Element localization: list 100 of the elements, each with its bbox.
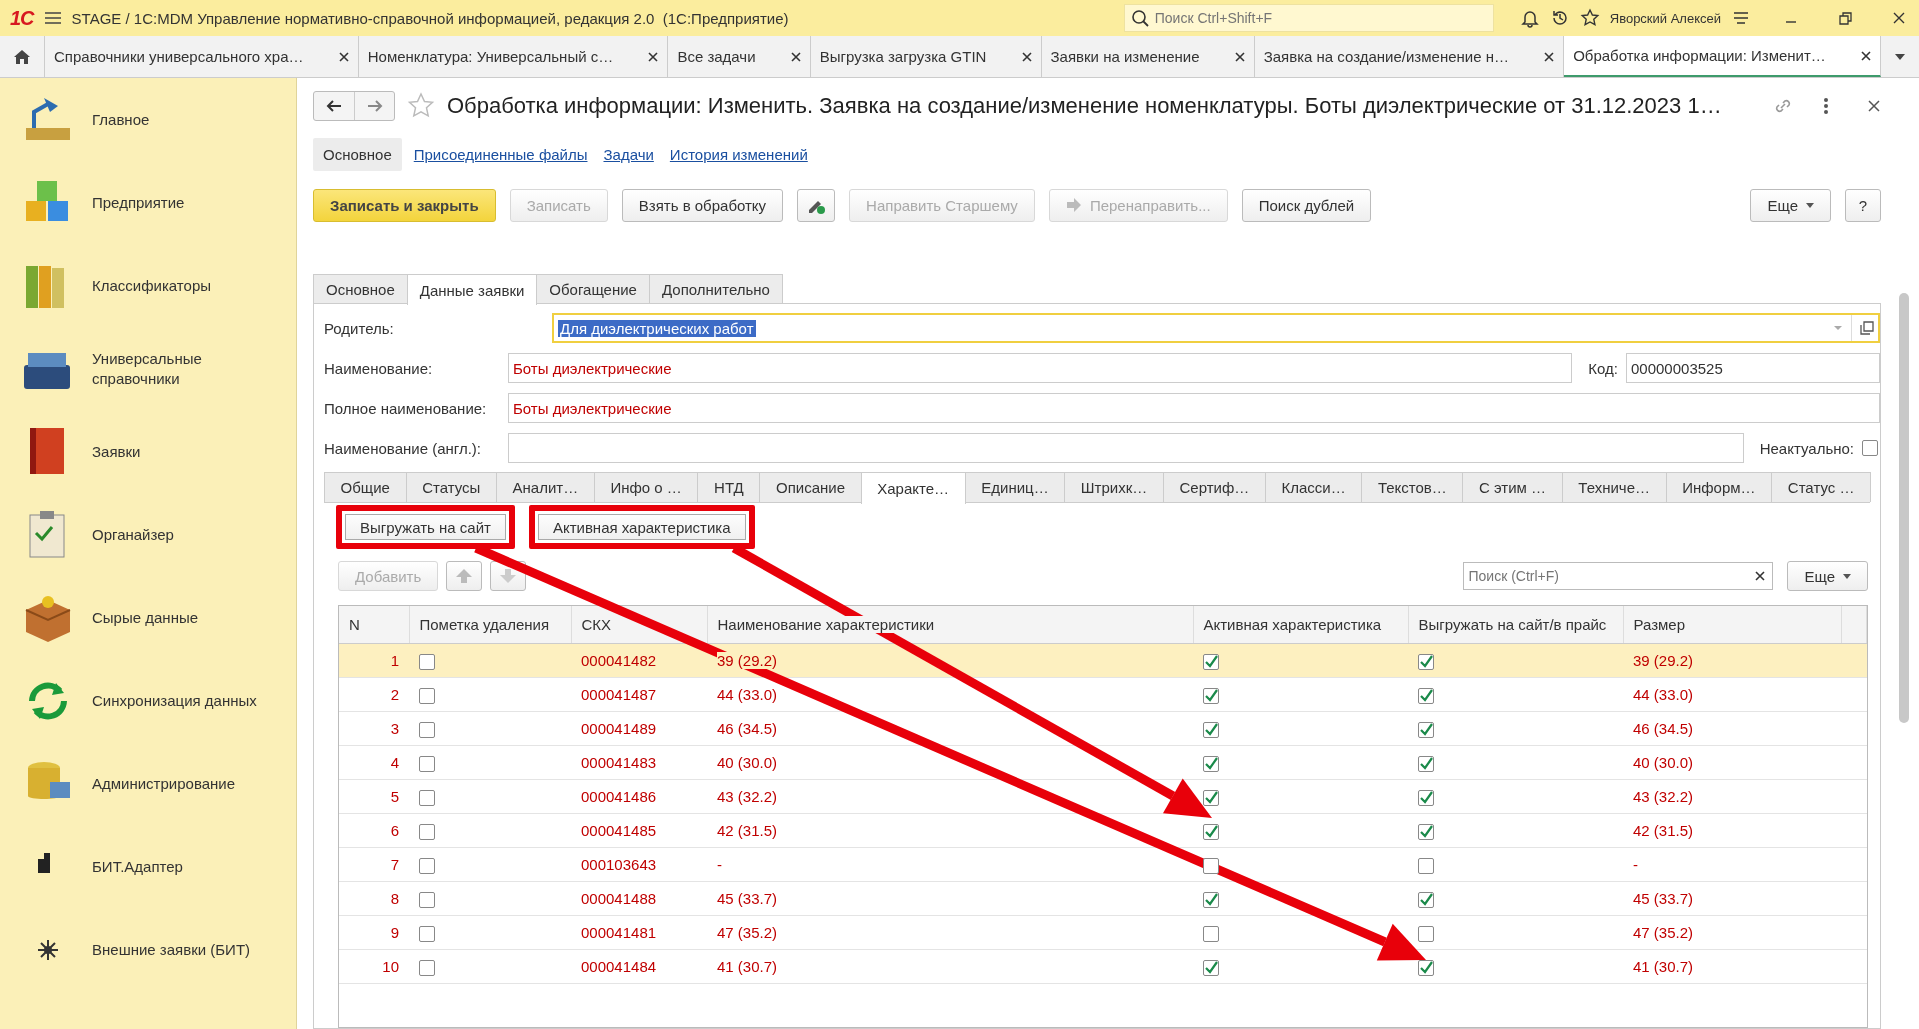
checkbox[interactable] bbox=[1203, 653, 1219, 670]
app-logo[interactable]: 1С bbox=[10, 6, 34, 30]
sidebar-item[interactable]: Универсальные справочники bbox=[92, 349, 282, 388]
checkbox[interactable] bbox=[1418, 721, 1434, 738]
sidebar-item[interactable]: Синхронизация данных bbox=[92, 690, 282, 711]
close-icon[interactable] bbox=[1234, 51, 1245, 62]
search-field[interactable]: Поиск (Ctrl+F) bbox=[1463, 562, 1774, 590]
section-tab[interactable]: Техниче… bbox=[1561, 472, 1667, 502]
close-icon[interactable] bbox=[790, 51, 801, 62]
command-button[interactable]: Активная характеристика bbox=[528, 505, 755, 549]
dropdown-icon[interactable] bbox=[1893, 52, 1906, 61]
star-icon[interactable] bbox=[407, 92, 435, 120]
more-button[interactable]: Еще bbox=[1787, 561, 1868, 591]
close-icon[interactable] bbox=[1860, 50, 1871, 61]
checkbox[interactable] bbox=[1418, 823, 1434, 840]
clear-icon[interactable] bbox=[1754, 570, 1767, 582]
checkbox[interactable] bbox=[1203, 891, 1219, 908]
section-tab[interactable]: Аналит… bbox=[495, 472, 595, 502]
help-button[interactable]: ? bbox=[1845, 188, 1881, 222]
section-tab[interactable]: С этим … bbox=[1462, 472, 1563, 502]
close-icon[interactable] bbox=[338, 51, 349, 62]
checkbox[interactable] bbox=[419, 721, 435, 738]
sidebar-item[interactable]: Сырые данные bbox=[92, 607, 282, 628]
checkbox[interactable] bbox=[1203, 925, 1219, 942]
section-tab[interactable]: Общие bbox=[324, 472, 407, 502]
command-button[interactable]: Выгружать на сайт bbox=[336, 505, 515, 549]
table-row[interactable]: 1 000041482 39 (29.2) 39 (29.2) bbox=[339, 643, 1867, 678]
more-button[interactable]: Еще bbox=[1750, 188, 1831, 222]
section-tab[interactable]: Информ… bbox=[1665, 472, 1773, 502]
window-tab[interactable]: Обработка информации: Изменит… bbox=[1564, 36, 1881, 77]
table-row[interactable]: 10 000041484 41 (30.7) 41 (30.7) bbox=[339, 949, 1867, 984]
column-header[interactable]: N bbox=[339, 606, 409, 644]
section-tab[interactable]: Статусы bbox=[405, 472, 497, 502]
user-name[interactable]: Яворский Алексей bbox=[1609, 10, 1721, 26]
section-tab[interactable]: Класси… bbox=[1264, 472, 1363, 502]
checkbox[interactable] bbox=[1203, 687, 1219, 704]
more-icon[interactable] bbox=[1823, 97, 1829, 115]
bell-icon[interactable] bbox=[1519, 8, 1540, 28]
checkbox[interactable] bbox=[1203, 823, 1219, 840]
section-tab[interactable]: Сертиф… bbox=[1162, 472, 1266, 502]
section-tab[interactable]: Инфо о … bbox=[593, 472, 699, 502]
checkbox[interactable] bbox=[1203, 721, 1219, 738]
checkbox[interactable] bbox=[1418, 755, 1434, 772]
form-tab[interactable]: Дополнительно bbox=[648, 274, 783, 303]
column-header[interactable]: Размер bbox=[1623, 606, 1841, 644]
table-row[interactable]: 9 000041481 47 (35.2) 47 (35.2) bbox=[339, 915, 1867, 950]
checkbox[interactable] bbox=[1418, 857, 1434, 874]
menu-icon[interactable] bbox=[43, 10, 62, 26]
checkbox[interactable] bbox=[419, 857, 435, 874]
section-tab[interactable]: Описание bbox=[759, 472, 862, 502]
select-field[interactable]: Для диэлектрических работ bbox=[552, 313, 1880, 343]
checkbox[interactable] bbox=[419, 891, 435, 908]
global-search-input[interactable]: Поиск Ctrl+Shift+F bbox=[1152, 9, 1487, 27]
section-tab[interactable]: Единиц… bbox=[964, 472, 1066, 502]
close-icon[interactable] bbox=[1021, 51, 1032, 62]
checkbox[interactable] bbox=[1418, 687, 1434, 704]
checkbox[interactable] bbox=[1418, 891, 1434, 908]
checkbox[interactable] bbox=[419, 823, 435, 840]
form-tab[interactable]: Данные заявки bbox=[406, 274, 538, 305]
table-row[interactable]: 3 000041489 46 (34.5) 46 (34.5) bbox=[339, 711, 1867, 746]
form-nav-link[interactable]: Задачи bbox=[599, 137, 658, 171]
checkbox[interactable] bbox=[1418, 925, 1434, 942]
checkbox[interactable] bbox=[419, 789, 435, 806]
sidebar-item[interactable]: Классификаторы bbox=[92, 275, 282, 296]
column-header[interactable]: Активная характеристика bbox=[1193, 606, 1408, 644]
checkbox[interactable] bbox=[1862, 440, 1878, 456]
section-tab[interactable]: НТД bbox=[697, 472, 761, 502]
sidebar-item[interactable]: Заявки bbox=[92, 441, 282, 462]
table-row[interactable]: 7 000103643 - - bbox=[339, 847, 1867, 882]
open-window-icon[interactable] bbox=[1860, 321, 1874, 335]
sidebar-item[interactable]: БИТ.Адаптер bbox=[92, 856, 282, 877]
checkbox[interactable] bbox=[1418, 959, 1434, 976]
section-tab[interactable]: Статус … bbox=[1771, 472, 1872, 502]
checkbox[interactable] bbox=[1203, 959, 1219, 976]
star-icon[interactable] bbox=[1579, 8, 1600, 28]
form-nav-link[interactable]: Основное bbox=[313, 137, 402, 171]
checkbox[interactable] bbox=[419, 925, 435, 942]
text-field[interactable]: 00000003525 bbox=[1626, 353, 1880, 383]
scrollbar-thumb[interactable] bbox=[1899, 293, 1909, 723]
table-row[interactable]: 4 000041483 40 (30.0) 40 (30.0) bbox=[339, 745, 1867, 780]
sidebar-item[interactable]: Предприятие bbox=[92, 192, 282, 213]
table-row[interactable]: 6 000041485 42 (31.5) 42 (31.5) bbox=[339, 813, 1867, 848]
table-row[interactable]: 2 000041487 44 (33.0) 44 (33.0) bbox=[339, 677, 1867, 712]
checkbox[interactable] bbox=[1203, 857, 1219, 874]
checkbox[interactable] bbox=[419, 653, 435, 670]
close-icon[interactable] bbox=[1544, 51, 1555, 62]
toolbar-button[interactable]: Записать и закрыть bbox=[313, 188, 496, 222]
checkbox[interactable] bbox=[1203, 789, 1219, 806]
text-field[interactable]: Боты диэлектрические bbox=[508, 353, 1573, 383]
toolbar-button[interactable]: Взять в обработку bbox=[621, 188, 784, 222]
checkbox[interactable] bbox=[419, 755, 435, 772]
sidebar-item[interactable]: Администрирование bbox=[92, 773, 282, 794]
sidebar-item[interactable]: Внешние заявки (БИТ) bbox=[92, 939, 282, 960]
edit-button[interactable] bbox=[797, 188, 836, 222]
column-header[interactable]: Наименование характеристики bbox=[707, 606, 1193, 644]
table-row[interactable]: 5 000041486 43 (32.2) 43 (32.2) bbox=[339, 779, 1867, 814]
form-nav-link[interactable]: Присоединенные файлы bbox=[409, 137, 592, 171]
close-icon[interactable] bbox=[648, 51, 659, 62]
home-icon[interactable] bbox=[13, 47, 31, 66]
table-row[interactable]: 8 000041488 45 (33.7) 45 (33.7) bbox=[339, 881, 1867, 916]
